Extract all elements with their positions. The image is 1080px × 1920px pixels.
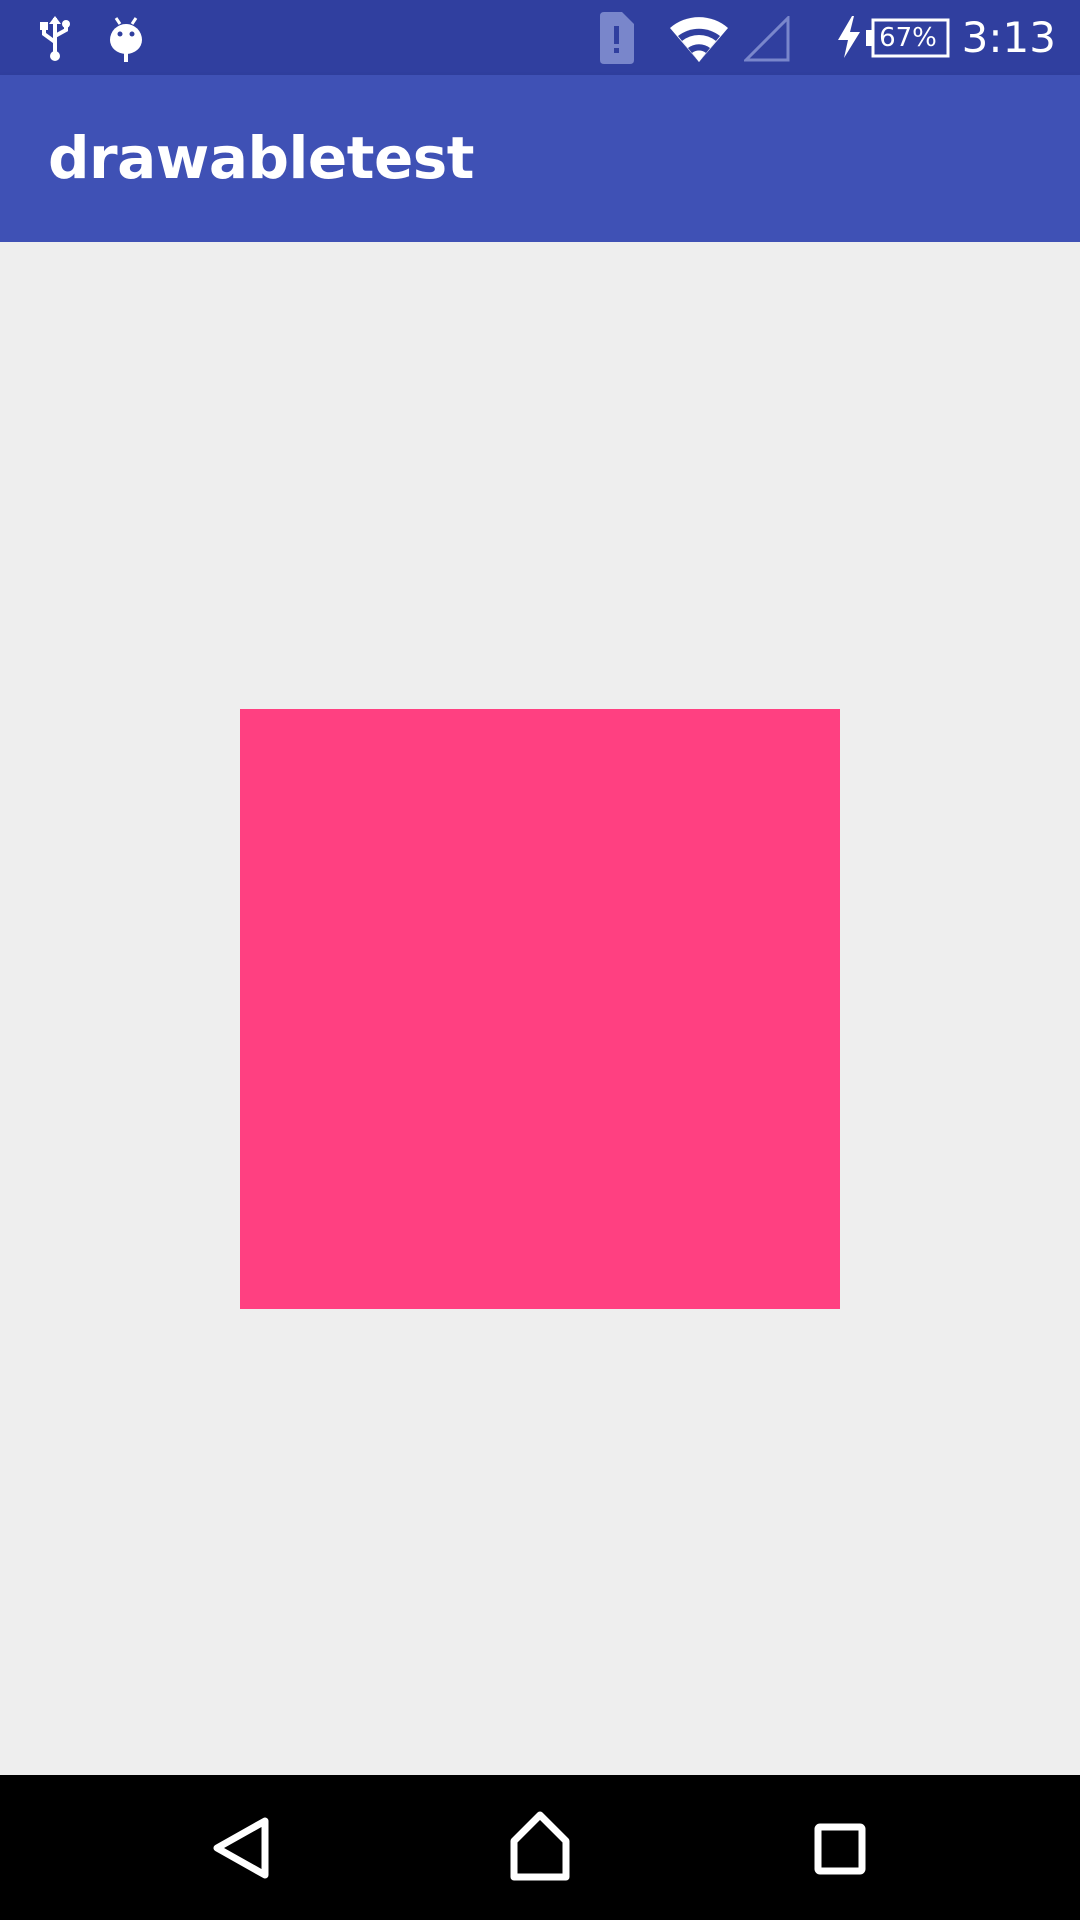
sim-alert-icon <box>600 12 634 64</box>
home-icon[interactable] <box>490 1797 590 1897</box>
battery-icon: 67% <box>866 18 950 58</box>
app-bar: drawabletest <box>0 75 1080 242</box>
back-icon[interactable] <box>191 1797 291 1897</box>
navigation-bar <box>0 1775 1080 1920</box>
status-bar-clock: 3:13 <box>961 13 1056 62</box>
recents-icon[interactable] <box>790 1797 890 1897</box>
usb-icon <box>40 16 70 61</box>
android-debug-icon <box>110 17 142 62</box>
cell-signal-icon <box>744 16 790 62</box>
content-area <box>0 242 1080 1775</box>
wifi-icon <box>670 17 728 62</box>
charging-bolt-icon <box>838 16 860 58</box>
page-title: drawabletest <box>48 124 475 192</box>
battery-percent-label: 67% <box>879 23 937 53</box>
drawable-square <box>240 709 840 1309</box>
status-bar: 67% 3:13 <box>0 0 1080 75</box>
